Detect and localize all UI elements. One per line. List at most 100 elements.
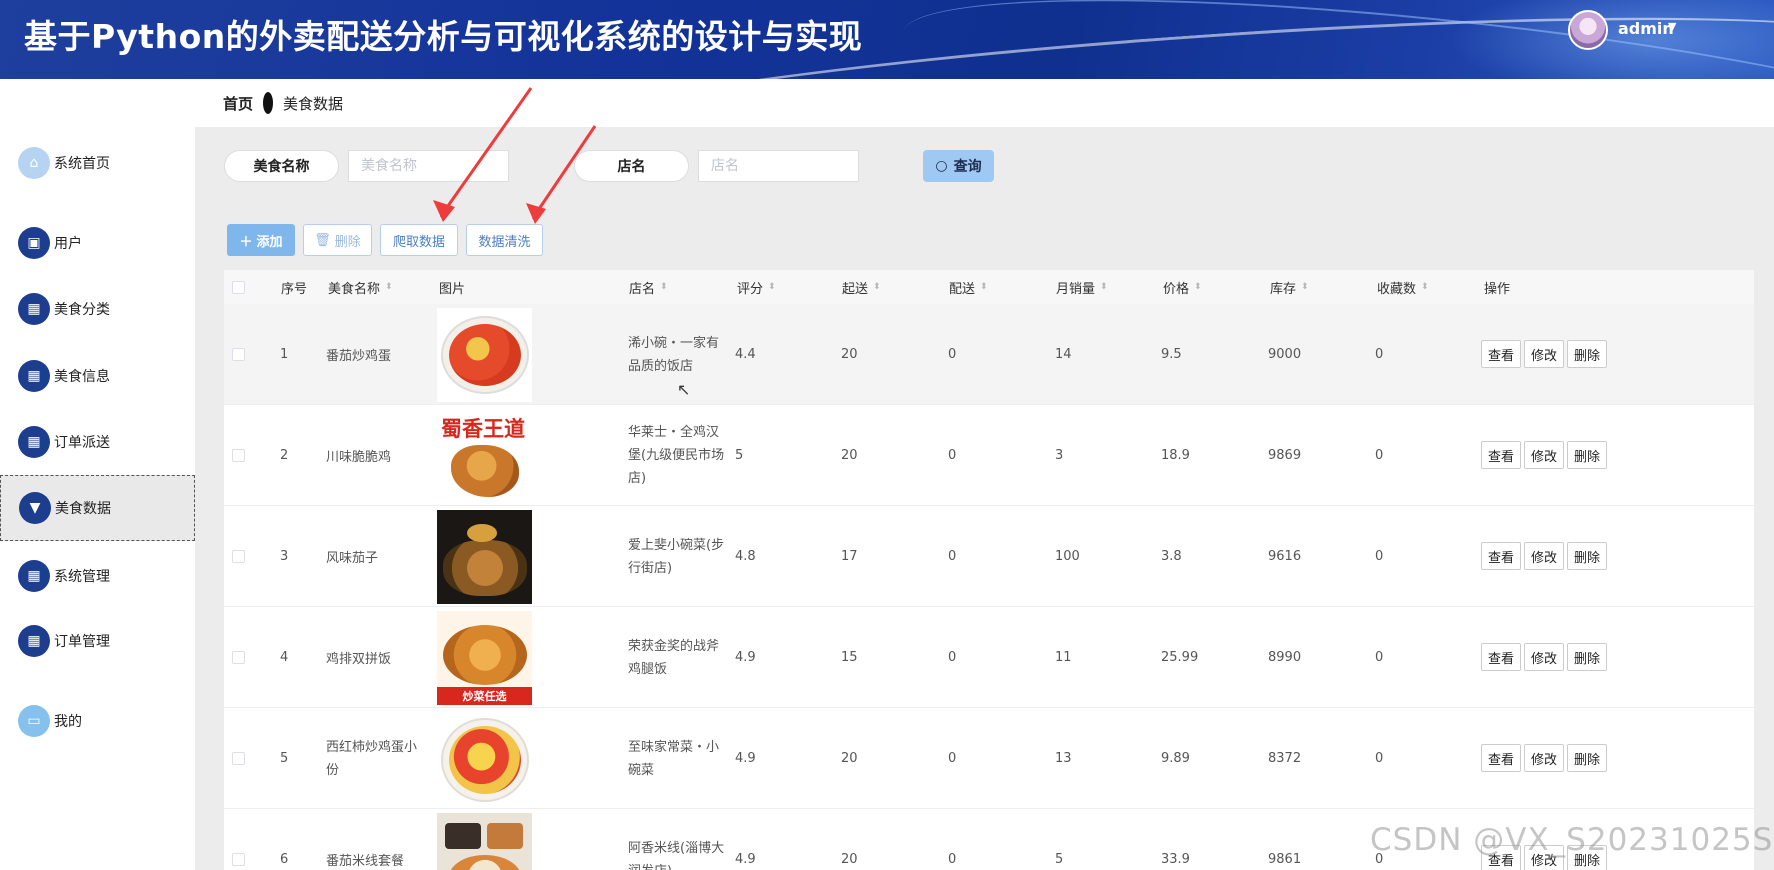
th-food-name[interactable]: 美食名称 ⬍ [328, 270, 393, 304]
sort-icon[interactable]: ⬍ [980, 282, 988, 292]
edit-button[interactable]: 修改 [1524, 441, 1565, 469]
cell-monthly-sales: 14 [1055, 347, 1072, 362]
cell-stock: 8990 [1268, 650, 1302, 665]
cell-index: 3 [280, 549, 289, 564]
food-name-input[interactable] [348, 150, 509, 182]
sidebar-item-mine[interactable]: ▭ 我的 [0, 688, 195, 754]
row-checkbox[interactable] [232, 752, 245, 765]
grid-icon: ▦ [18, 625, 50, 657]
edit-button[interactable]: 修改 [1524, 643, 1565, 671]
cell-delivery: 0 [948, 852, 957, 867]
sidebar-item-order-dispatch[interactable]: ▦ 订单派送 [0, 409, 195, 475]
cell-favorites: 0 [1375, 448, 1384, 463]
th-rating[interactable]: 评分 ⬍ [737, 270, 776, 304]
row-checkbox[interactable] [232, 550, 245, 563]
cell-food-name: 西红柿炒鸡蛋小份 [326, 739, 418, 778]
sidebar-item-food-info[interactable]: ▦ 美食信息 [0, 343, 195, 409]
cell-food-name: 番茄米线套餐 [326, 854, 405, 869]
edit-button[interactable]: 修改 [1524, 542, 1565, 570]
sidebar-item-label: 用户 [54, 236, 82, 252]
sidebar-item-users[interactable]: ▣ 用户 [0, 210, 195, 276]
th-image: 图片 [439, 281, 466, 297]
table-row: 5 西红柿炒鸡蛋小份 至味家常菜・小碗菜 4.9 20 0 13 9.89 83… [224, 708, 1754, 809]
edit-button[interactable]: 修改 [1524, 744, 1565, 772]
sidebar-item-food-category[interactable]: ▦ 美食分类 [0, 276, 195, 342]
edit-button[interactable]: 修改 [1524, 340, 1565, 368]
delete-button[interactable]: 删除 [1567, 340, 1608, 368]
breadcrumb-home[interactable]: 首页 [223, 93, 253, 114]
search-icon: ○ [935, 158, 948, 174]
sidebar-item-food-data[interactable]: ▼ 美食数据 [0, 475, 195, 541]
query-button[interactable]: ○ 查询 [923, 150, 994, 182]
th-delivery[interactable]: 配送 ⬍ [949, 270, 988, 304]
cell-shop: 爱上斐小碗菜(步行街店) [628, 537, 725, 576]
clean-data-button[interactable]: 数据清洗 [466, 224, 543, 256]
sort-icon[interactable]: ⬍ [385, 282, 393, 292]
arrowhead [526, 203, 546, 224]
sidebar-item-label: 系统首页 [54, 156, 110, 172]
user-avatar[interactable] [1568, 10, 1608, 50]
sort-icon[interactable]: ⬍ [873, 282, 881, 292]
cell-min-order: 15 [841, 650, 858, 665]
grid-icon: ▦ [18, 426, 50, 458]
cell-index: 6 [280, 852, 289, 867]
cell-rating: 4.9 [735, 852, 756, 867]
card-icon: ▭ [18, 705, 50, 737]
th-monthly-sales[interactable]: 月销量 ⬍ [1056, 270, 1108, 304]
th-min-order[interactable]: 起送 ⬍ [842, 270, 881, 304]
row-checkbox[interactable] [232, 348, 245, 361]
crawl-data-button[interactable]: 爬取数据 [380, 224, 458, 256]
th-label: 配送 [949, 281, 976, 297]
view-button[interactable]: 查看 [1481, 643, 1522, 671]
cell-rating: 5 [735, 448, 744, 463]
delete-button[interactable]: 删除 [1567, 744, 1608, 772]
chevron-down-icon[interactable]: ▼ [1668, 20, 1676, 33]
watermark: CSDN @VX_S20231025S [1370, 822, 1774, 858]
row-checkbox[interactable] [232, 449, 245, 462]
cell-index: 5 [280, 751, 289, 766]
shop-name-input[interactable] [698, 150, 859, 182]
batch-delete-button[interactable]: 🗑 删除 [303, 224, 372, 256]
row-checkbox[interactable] [232, 651, 245, 664]
user-name[interactable]: admin [1618, 19, 1674, 38]
sidebar-item-order-management[interactable]: ▦ 订单管理 [0, 608, 195, 674]
mouse-cursor-icon: ↖ [677, 380, 691, 399]
cell-index: 4 [280, 650, 289, 665]
delete-button[interactable]: 删除 [1567, 542, 1608, 570]
sidebar-item-home[interactable]: ⌂ 系统首页 [0, 130, 195, 196]
cell-food-name: 风味茄子 [326, 551, 379, 566]
view-button[interactable]: 查看 [1481, 441, 1522, 469]
sort-icon[interactable]: ⬍ [768, 282, 776, 292]
delete-label: 删除 [334, 234, 361, 250]
th-favorites[interactable]: 收藏数 ⬍ [1377, 270, 1429, 304]
brand-text: 蜀香王道 [441, 417, 525, 441]
add-button[interactable]: ＋ 添加 [227, 224, 295, 256]
sort-icon[interactable]: ⬍ [1194, 282, 1202, 292]
sort-icon[interactable]: ⬍ [1301, 282, 1309, 292]
delete-button[interactable]: 删除 [1567, 441, 1608, 469]
row-checkbox[interactable] [232, 853, 245, 866]
th-price[interactable]: 价格 ⬍ [1163, 270, 1202, 304]
view-button[interactable]: 查看 [1481, 340, 1522, 368]
sidebar-item-system-management[interactable]: ▦ 系统管理 [0, 543, 195, 609]
sort-icon[interactable]: ⬍ [1100, 282, 1108, 292]
app-title: 基于Python的外卖配送分析与可视化系统的设计与实现 [24, 17, 863, 56]
view-button[interactable]: 查看 [1481, 744, 1522, 772]
cell-price: 25.99 [1161, 650, 1199, 665]
th-label: 起送 [842, 281, 869, 297]
view-button[interactable]: 查看 [1481, 542, 1522, 570]
delete-button[interactable]: 删除 [1567, 643, 1608, 671]
th-stock[interactable]: 库存 ⬍ [1270, 270, 1309, 304]
sidebar-item-label: 订单管理 [54, 634, 110, 650]
select-all-checkbox[interactable] [232, 281, 245, 294]
th-shop[interactable]: 店名 ⬍ [629, 270, 668, 304]
cell-delivery: 0 [948, 347, 957, 362]
sort-icon[interactable]: ⬍ [660, 282, 668, 292]
th-label: 价格 [1163, 281, 1190, 297]
cell-shop: 荣获金奖的战斧鸡腿饭 [628, 638, 720, 677]
cell-delivery: 0 [948, 650, 957, 665]
sort-icon[interactable]: ⬍ [1421, 282, 1429, 292]
breadcrumb: 首页 美食数据 [195, 79, 1774, 127]
cell-price: 3.8 [1161, 549, 1182, 564]
cell-stock: 8372 [1268, 751, 1302, 766]
